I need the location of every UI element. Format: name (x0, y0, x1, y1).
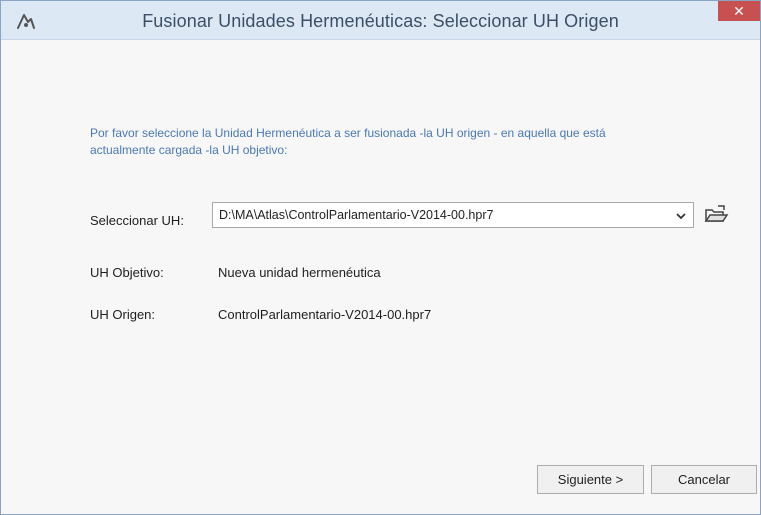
window-title: Fusionar Unidades Hermenéuticas: Selecci… (142, 11, 619, 31)
chevron-down-icon[interactable] (674, 209, 688, 223)
instructions-text: Por favor seleccione la Unidad Hermenéut… (90, 126, 606, 157)
select-uh-value: D:\MA\Atlas\ControlParlamentario-V2014-0… (219, 208, 494, 222)
select-uh-combobox[interactable]: D:\MA\Atlas\ControlParlamentario-V2014-0… (212, 202, 694, 228)
folder-open-icon[interactable] (703, 202, 729, 228)
dialog-body: Por favor seleccione la Unidad Hermenéut… (1, 41, 760, 509)
atlas-ti-icon (17, 14, 35, 29)
cancel-button[interactable]: Cancelar (651, 465, 757, 494)
close-button[interactable]: ✕ (718, 1, 760, 21)
select-uh-label: Seleccionar UH: (90, 213, 184, 228)
target-uh-value: Nueva unidad hermenéutica (218, 265, 381, 280)
next-button[interactable]: Siguiente > (537, 465, 644, 494)
source-uh-value: ControlParlamentario-V2014-00.hpr7 (218, 307, 432, 322)
dialog-window: Fusionar Unidades Hermenéuticas: Selecci… (0, 0, 761, 515)
target-uh-label: UH Objetivo: (90, 265, 164, 280)
close-icon: ✕ (733, 3, 745, 19)
title-bar[interactable]: Fusionar Unidades Hermenéuticas: Selecci… (1, 1, 760, 40)
source-uh-label: UH Origen: (90, 307, 156, 322)
